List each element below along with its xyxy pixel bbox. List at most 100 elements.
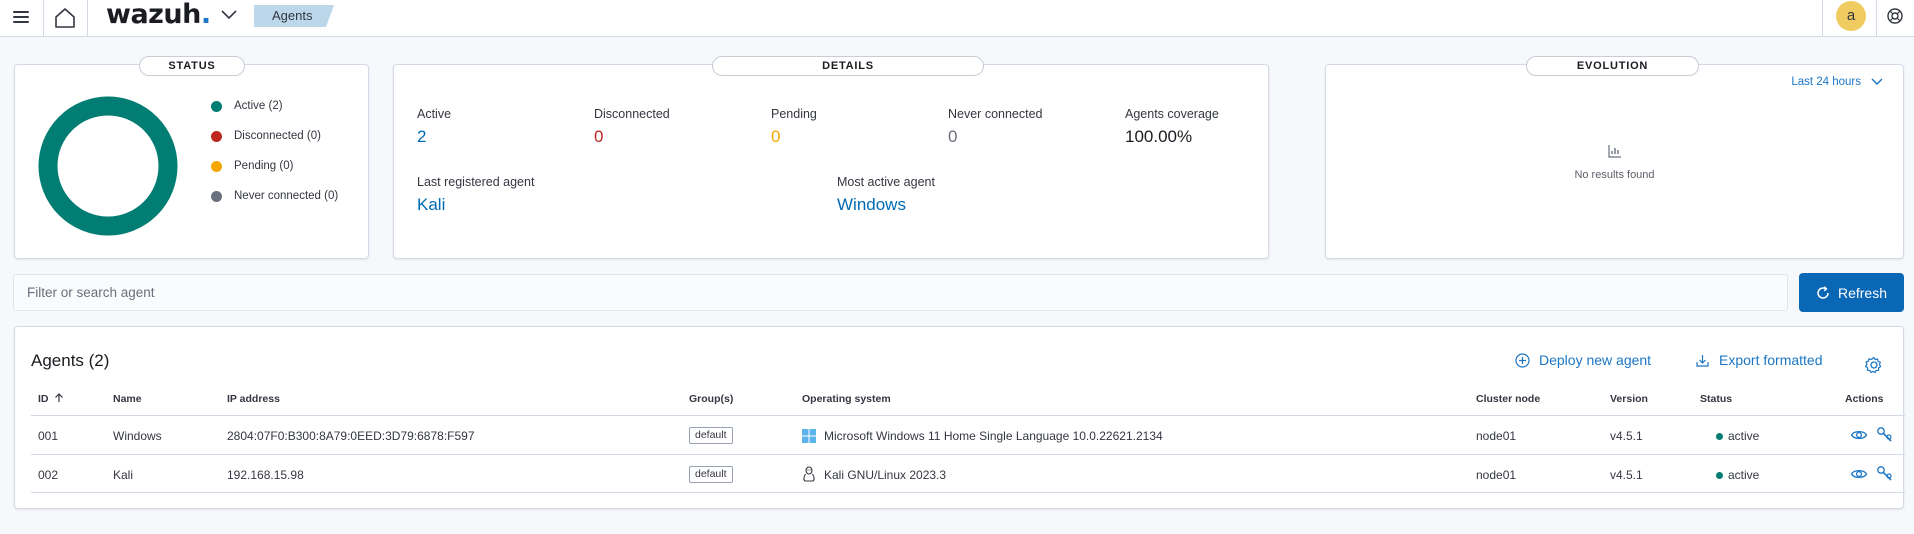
column-header-actions: Actions	[1845, 393, 1884, 405]
agents-table-panel: Agents (2) Deploy new agent Export forma…	[14, 326, 1905, 509]
cell-ip: 192.168.15.98	[227, 468, 304, 482]
time-range-label: Last 24 hours	[1791, 76, 1861, 88]
evolution-panel: EVOLUTION Last 24 hours No results found	[1325, 56, 1904, 259]
user-avatar[interactable]: a	[1836, 1, 1866, 31]
sort-ascending-icon	[55, 393, 64, 402]
cell-version: v4.5.1	[1610, 429, 1643, 443]
cell-id: 001	[38, 429, 59, 443]
status-dot	[1716, 433, 1723, 441]
column-header-version[interactable]: Version	[1610, 393, 1648, 405]
stat-label: Last registered agent	[417, 175, 535, 189]
column-header-id[interactable]: ID	[38, 393, 64, 405]
breadcrumb-agents[interactable]: Agents	[254, 5, 334, 27]
column-header-groups[interactable]: Group(s)	[689, 393, 733, 405]
divider	[1876, 0, 1877, 37]
divider	[87, 0, 88, 37]
status-label: active	[1728, 468, 1760, 482]
column-header-status[interactable]: Status	[1700, 393, 1732, 405]
no-results-text: No results found	[1574, 169, 1655, 181]
stat-active: Active 2	[417, 107, 451, 147]
legend-disconnected[interactable]: Disconnected (0)	[211, 130, 321, 142]
time-range-selector[interactable]: Last 24 hours	[1791, 76, 1883, 88]
divider	[1822, 0, 1823, 37]
home-icon[interactable]	[52, 5, 78, 31]
configuration-wrench-icon[interactable]	[1876, 465, 1894, 483]
view-eye-icon[interactable]	[1850, 465, 1868, 483]
export-formatted-button[interactable]: Export formatted	[1695, 352, 1823, 368]
status-panel: STATUS Active (2) Disconnected (0) Pendi…	[14, 56, 369, 259]
cell-ip: 2804:07F0:B300:8A79:0EED:3D79:6878:F597	[227, 429, 475, 443]
panel-title: EVOLUTION	[1526, 56, 1699, 76]
most-active-agent: Most active agent Windows	[837, 175, 935, 215]
menu-icon[interactable]	[10, 6, 32, 28]
export-label: Export formatted	[1719, 352, 1823, 368]
stat-value[interactable]: 0	[771, 127, 817, 147]
group-badge[interactable]: default	[689, 427, 733, 444]
group-badge[interactable]: default	[689, 466, 733, 483]
column-header-ip-address[interactable]: IP address	[227, 393, 280, 405]
panel-title: DETAILS	[712, 56, 984, 76]
donut-active-segment[interactable]	[38, 96, 178, 236]
header-label: ID	[38, 393, 49, 405]
panel-title: STATUS	[139, 56, 245, 76]
table-row[interactable]: 002 Kali 192.168.15.98 default Kali GNU/…	[31, 454, 1905, 493]
cell-cluster-node: node01	[1476, 429, 1517, 443]
stat-pending: Pending 0	[771, 107, 817, 147]
legend-active[interactable]: Active (2)	[211, 100, 283, 112]
most-active-agent-link[interactable]: Windows	[837, 195, 935, 215]
column-header-name[interactable]: Name	[113, 393, 142, 405]
configuration-wrench-icon[interactable]	[1876, 426, 1894, 444]
wazuh-logo[interactable]: wazuh.	[106, 0, 211, 30]
legend-dot	[211, 160, 222, 172]
plus-circle-icon	[1515, 352, 1530, 368]
chevron-down-icon[interactable]	[219, 8, 239, 22]
stat-label: Disconnected	[594, 107, 670, 121]
table-row[interactable]: 001 Windows 2804:07F0:B300:8A79:0EED:3D7…	[31, 415, 1905, 454]
refresh-label: Refresh	[1837, 284, 1888, 301]
search-agent-input[interactable]	[13, 274, 1788, 311]
deploy-label: Deploy new agent	[1539, 352, 1652, 368]
legend-dot	[211, 190, 222, 202]
view-eye-icon[interactable]	[1850, 426, 1868, 444]
refresh-button[interactable]: Refresh	[1799, 273, 1904, 312]
cell-cluster-node: node01	[1476, 468, 1517, 482]
deploy-new-agent-button[interactable]: Deploy new agent	[1515, 352, 1651, 368]
column-header-cluster-node[interactable]: Cluster node	[1476, 393, 1540, 405]
agents-table-title: Agents (2)	[31, 351, 110, 370]
cell-status: active	[1716, 429, 1759, 443]
cell-status: active	[1716, 468, 1759, 482]
legend-pending[interactable]: Pending (0)	[211, 160, 293, 172]
stat-label: Active	[417, 107, 452, 121]
stat-never-connected: Never connected 0	[948, 107, 1043, 147]
top-header: wazuh. Agents a	[0, 0, 1914, 37]
last-registered-agent-link[interactable]: Kali	[417, 195, 534, 215]
chart-empty-icon	[1607, 143, 1623, 162]
stat-label: Never connected	[948, 107, 1043, 121]
stat-value[interactable]: 0	[594, 127, 670, 147]
column-header-operating-system[interactable]: Operating system	[802, 393, 891, 405]
stat-label: Most active agent	[837, 175, 935, 189]
export-icon	[1696, 354, 1709, 367]
legend-label: Never connected (0)	[234, 190, 339, 202]
status-donut-chart	[38, 96, 178, 236]
stat-value[interactable]: 2	[417, 127, 451, 147]
linux-tux-icon	[803, 466, 815, 482]
stat-label: Agents coverage	[1125, 107, 1219, 121]
legend-dot	[211, 100, 222, 112]
cell-os: Kali GNU/Linux 2023.3	[824, 468, 947, 482]
stat-value[interactable]: 0	[948, 127, 1043, 147]
stat-label: Pending	[771, 107, 817, 121]
details-panel: DETAILS Active 2 Disconnected 0 Pending …	[393, 56, 1269, 259]
cell-id: 002	[38, 468, 59, 482]
refresh-icon	[1817, 285, 1829, 299]
stat-value: 100.00%	[1125, 127, 1193, 146]
status-label: active	[1728, 429, 1760, 443]
legend-never-connected[interactable]: Never connected (0)	[211, 190, 338, 202]
legend-label: Active (2)	[234, 100, 283, 112]
legend-label: Disconnected (0)	[234, 130, 321, 142]
help-icon[interactable]	[1886, 7, 1904, 25]
status-dot	[1716, 472, 1723, 480]
cell-version: v4.5.1	[1610, 468, 1643, 482]
gear-icon[interactable]	[1865, 356, 1883, 374]
stat-disconnected: Disconnected 0	[594, 107, 670, 147]
